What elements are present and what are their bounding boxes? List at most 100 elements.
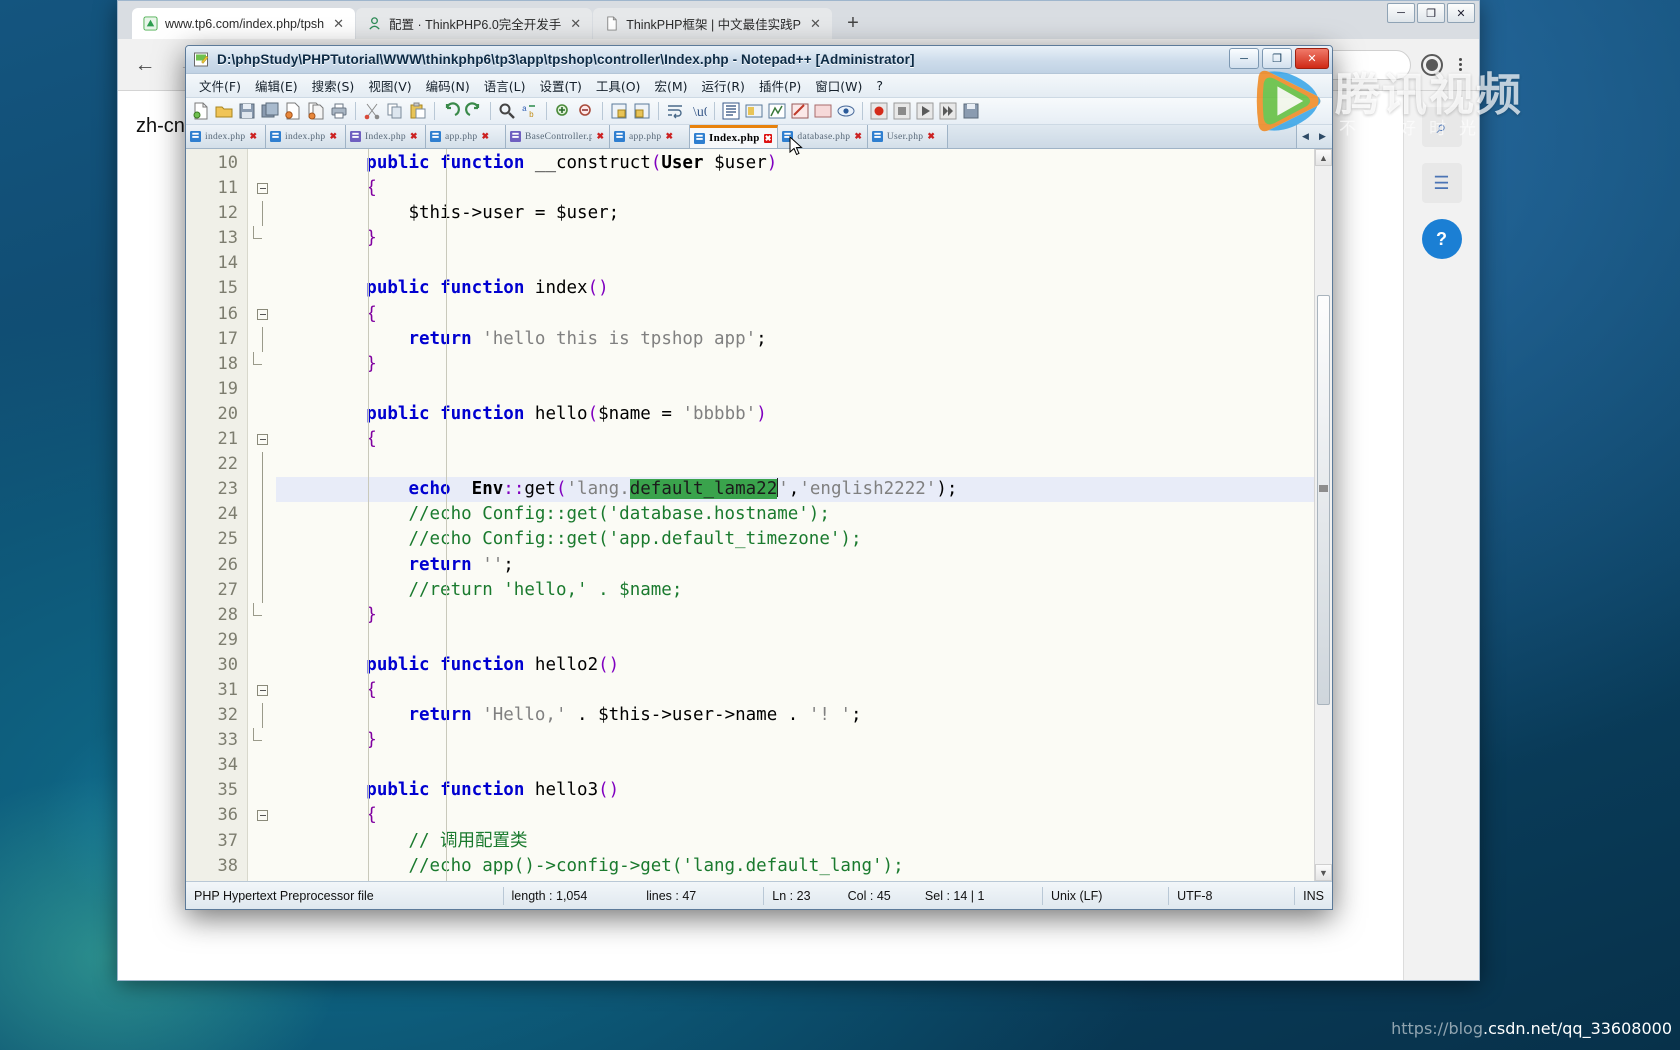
menu-item-9[interactable]: 运行(R) xyxy=(694,74,751,97)
code-text-area[interactable]: public function __construct(User $user) … xyxy=(276,149,1314,881)
menu-item-2[interactable]: 搜索(S) xyxy=(305,74,362,97)
file-tab-close-icon[interactable]: ✖ xyxy=(596,131,604,142)
indent-guide-icon[interactable] xyxy=(720,100,742,122)
code-line-15[interactable]: public function index() xyxy=(276,276,1314,301)
browser-menu-icon[interactable] xyxy=(1451,58,1469,71)
file-tab-close-icon[interactable]: ✖ xyxy=(249,131,257,142)
menu-item-7[interactable]: 工具(O) xyxy=(589,74,648,97)
save-icon[interactable] xyxy=(236,100,258,122)
menu-item-6[interactable]: 设置(T) xyxy=(532,74,588,97)
code-line-17[interactable]: return 'hello this is tpshop app'; xyxy=(276,327,1314,352)
fold-collapse-icon[interactable] xyxy=(256,434,268,446)
file-tab-close-icon[interactable]: ✖ xyxy=(854,131,862,142)
code-line-29[interactable] xyxy=(276,628,1314,653)
browser-tab-2[interactable]: 配置 · ThinkPHP6.0完全开发手 ✕ xyxy=(356,8,593,39)
save-macro-icon[interactable] xyxy=(960,100,982,122)
code-line-28[interactable]: } xyxy=(276,603,1314,628)
print-icon[interactable] xyxy=(328,100,350,122)
code-line-22[interactable] xyxy=(276,452,1314,477)
menu-item-0[interactable]: 文件(F) xyxy=(192,74,248,97)
file-tab-3[interactable]: app.php ✖ xyxy=(426,125,506,148)
file-tab-close-icon[interactable]: ✖ xyxy=(927,131,935,142)
code-line-37[interactable]: // 调用配置类 xyxy=(276,829,1314,854)
scroll-thumb[interactable] xyxy=(1317,295,1330,705)
code-line-32[interactable]: return 'Hello,' . $this->user->name . '!… xyxy=(276,703,1314,728)
file-tab-2[interactable]: Index.php ✖ xyxy=(346,125,426,148)
folder-workspace-icon[interactable] xyxy=(812,100,834,122)
paste-icon[interactable] xyxy=(407,100,429,122)
notepadpp-title-bar[interactable]: D:\phpStudy\PHPTutorial\WWW\thinkphp6\tp… xyxy=(186,46,1332,74)
menu-item-1[interactable]: 编辑(E) xyxy=(248,74,305,97)
close-all-icon[interactable] xyxy=(305,100,327,122)
back-icon[interactable]: ← xyxy=(128,48,162,82)
code-line-11[interactable]: { xyxy=(276,176,1314,201)
file-tab-1[interactable]: index.php ✖ xyxy=(266,125,346,148)
fold-marker[interactable] xyxy=(248,302,276,327)
show-all-chars-icon[interactable]: \u00b6 xyxy=(687,100,709,122)
undo-icon[interactable] xyxy=(440,100,462,122)
fold-marker[interactable] xyxy=(248,678,276,703)
redo-icon[interactable] xyxy=(463,100,485,122)
cut-icon[interactable] xyxy=(361,100,383,122)
code-line-31[interactable]: { xyxy=(276,678,1314,703)
code-line-30[interactable]: public function hello2() xyxy=(276,653,1314,678)
code-line-24[interactable]: //echo Config::get('database.hostname'); xyxy=(276,502,1314,527)
code-line-18[interactable]: } xyxy=(276,352,1314,377)
close-file-icon[interactable] xyxy=(282,100,304,122)
help-icon[interactable]: ? xyxy=(1421,219,1462,259)
menu-item-3[interactable]: 视图(V) xyxy=(361,74,418,97)
menu-item-10[interactable]: 插件(P) xyxy=(752,74,808,97)
new-file-icon[interactable] xyxy=(190,100,212,122)
func-list-icon[interactable] xyxy=(789,100,811,122)
find-icon[interactable] xyxy=(496,100,518,122)
code-line-33[interactable]: } xyxy=(276,728,1314,753)
code-line-26[interactable]: return ''; xyxy=(276,553,1314,578)
user-lang-icon[interactable] xyxy=(743,100,765,122)
code-line-36[interactable]: { xyxy=(276,803,1314,828)
search-icon[interactable]: ⌕ xyxy=(1421,107,1462,147)
fold-collapse-icon[interactable] xyxy=(256,308,268,320)
notepadpp-close-button[interactable]: ✕ xyxy=(1295,48,1329,69)
file-tab-4[interactable]: BaseController.php ✖ xyxy=(506,125,610,148)
new-tab-button[interactable]: + xyxy=(839,9,867,37)
word-wrap-icon[interactable] xyxy=(664,100,686,122)
code-line-38[interactable]: //echo app()->config->get('lang.default_… xyxy=(276,854,1314,879)
browser-tab-3-close-icon[interactable]: ✕ xyxy=(808,16,823,32)
menu-icon[interactable]: ☰ xyxy=(1421,163,1462,203)
sync-vertical-icon[interactable] xyxy=(608,100,630,122)
file-tab-8[interactable]: User.php ✖ xyxy=(867,125,948,148)
menu-item-8[interactable]: 宏(M) xyxy=(647,74,694,97)
code-line-27[interactable]: //return 'hello,' . $name; xyxy=(276,578,1314,603)
menu-item-11[interactable]: 窗口(W) xyxy=(808,74,869,97)
browser-tab-2-close-icon[interactable]: ✕ xyxy=(568,16,583,32)
file-tab-close-icon[interactable]: ✖ xyxy=(481,131,489,142)
fold-marker[interactable] xyxy=(248,427,276,452)
stop-macro-icon[interactable] xyxy=(891,100,913,122)
code-line-35[interactable]: public function hello3() xyxy=(276,778,1314,803)
open-file-icon[interactable] xyxy=(213,100,235,122)
file-tab-6[interactable]: Index.php ✖ xyxy=(690,125,779,148)
code-line-34[interactable] xyxy=(276,753,1314,778)
account-icon[interactable] xyxy=(1421,53,1443,76)
notepadpp-restore-button[interactable]: ❐ xyxy=(1262,48,1292,69)
file-tab-5[interactable]: app.php ✖ xyxy=(610,125,690,148)
editor-vertical-scrollbar[interactable]: ▲ ▼ xyxy=(1314,149,1332,881)
sync-horizontal-icon[interactable] xyxy=(631,100,653,122)
play-macro-icon[interactable] xyxy=(914,100,936,122)
fold-marker[interactable] xyxy=(248,803,276,828)
fold-collapse-icon[interactable] xyxy=(256,183,268,195)
menu-item-12[interactable]: ? xyxy=(869,76,890,95)
scroll-up-arrow[interactable]: ▲ xyxy=(1315,149,1332,166)
file-tab-scroll-left[interactable]: ◀ xyxy=(1297,131,1314,142)
code-line-25[interactable]: //echo Config::get('app.default_timezone… xyxy=(276,527,1314,552)
doc-map-icon[interactable] xyxy=(766,100,788,122)
fold-marker[interactable] xyxy=(248,176,276,201)
menu-item-4[interactable]: 编码(N) xyxy=(419,74,477,97)
code-folding-column[interactable] xyxy=(248,149,276,881)
browser-tab-3[interactable]: ThinkPHP框架 | 中文最佳实践P ✕ xyxy=(593,8,832,39)
play-multiple-icon[interactable] xyxy=(937,100,959,122)
browser-close-button[interactable]: ✕ xyxy=(1447,3,1475,23)
code-line-20[interactable]: public function hello($name = 'bbbbb') xyxy=(276,402,1314,427)
fold-collapse-icon[interactable] xyxy=(256,810,268,822)
browser-maximize-button[interactable]: ❐ xyxy=(1417,3,1445,23)
